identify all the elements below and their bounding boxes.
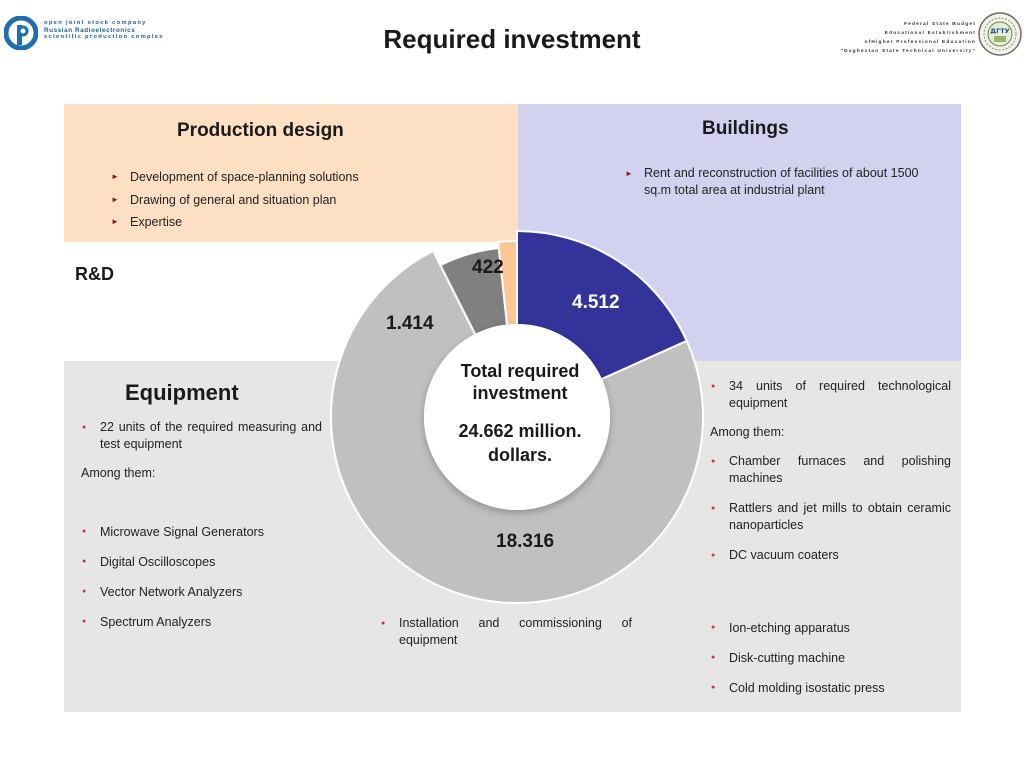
list-item: Digital Oscilloscopes [81, 547, 321, 577]
list-item: Rattlers and jet mills to obtain ceramic… [710, 500, 951, 534]
production-design-heading: Production design [177, 120, 344, 141]
university-line-4: "Daghestan State Technical University" [840, 49, 976, 54]
university-line-1: Federal State Budget [904, 22, 976, 27]
university-line-3: ofHigher Professional Education [864, 40, 976, 45]
donut-value-label: 1.414 [386, 313, 434, 334]
donut-center-label: Total required investment [460, 361, 580, 403]
list-item: Development of space-planning solutions [111, 166, 411, 189]
donut-center-value: 24.662 million. dollars. [458, 421, 582, 465]
university-seal-icon: ДГТУ [978, 12, 1022, 56]
buildings-list: Rent and reconstruction of facilities of… [625, 165, 945, 199]
equipment-heading: Equipment [125, 380, 239, 405]
equipment-right-intro: 34 units of required technological equip… [710, 378, 951, 412]
donut-value-label: 4.512 [572, 292, 620, 313]
university-line-2: Educational Establishment [884, 31, 976, 36]
list-item: Spectrum Analyzers [81, 607, 321, 637]
donut-value-label: 18.316 [496, 531, 555, 552]
university-name: Federal State Budget Educational Establi… [816, 20, 976, 56]
list-item: Microwave Signal Generators [81, 517, 321, 547]
rnd-heading: R&D [75, 264, 114, 284]
list-item: 22 units of the required measuring and t… [81, 419, 322, 453]
list-item: Cold molding isostatic press [710, 673, 951, 703]
equipment-left-among: Among them: [81, 466, 156, 480]
donut-hole [424, 324, 610, 510]
list-item: Ion-etching apparatus [710, 613, 951, 643]
list-item: DC vacuum coaters [710, 547, 951, 564]
list-item: Chamber furnaces and polishing machines [710, 453, 951, 487]
svg-text:ДГТУ: ДГТУ [990, 27, 1009, 35]
list-item: Disk-cutting machine [710, 643, 951, 673]
list-item: Installation and commissioning of equipm… [380, 615, 632, 649]
donut-value-label: 422 [472, 257, 504, 278]
buildings-heading: Buildings [702, 118, 789, 139]
list-item: Rent and reconstruction of facilities of… [625, 165, 945, 199]
list-item: Vector Network Analyzers [81, 577, 321, 607]
production-design-list: Development of space-planning solutions … [111, 166, 411, 234]
equipment-right-list-a: Chamber furnaces and polishing machines … [710, 453, 951, 564]
equipment-right-list-b: Ion-etching apparatus Disk-cutting machi… [710, 613, 951, 703]
equipment-middle-list: Installation and commissioning of equipm… [380, 615, 632, 649]
list-item: Drawing of general and situation plan [111, 189, 411, 212]
list-item: 34 units of required technological equip… [710, 378, 951, 412]
equipment-left-list: Microwave Signal Generators Digital Osci… [81, 517, 321, 637]
equipment-right-among: Among them: [710, 425, 785, 439]
equipment-left-intro: 22 units of the required measuring and t… [81, 419, 322, 453]
